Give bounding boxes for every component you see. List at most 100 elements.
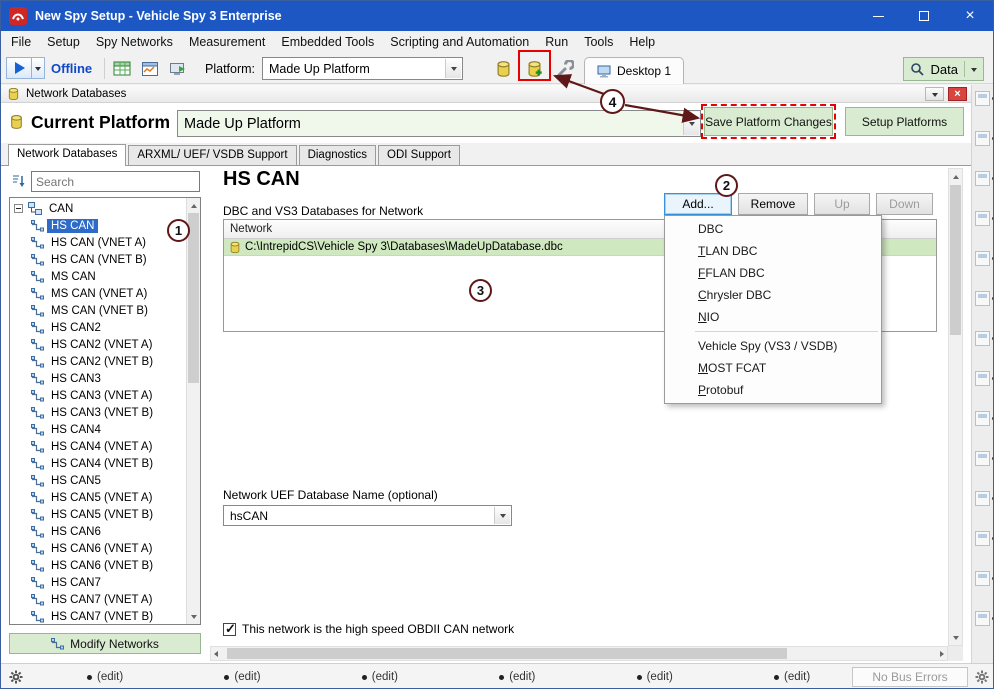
vertical-scrollbar[interactable]	[948, 168, 963, 646]
menu-item-scripting-and-automation[interactable]: Scripting and Automation	[382, 32, 537, 52]
save-platform-database-icon-button[interactable]	[524, 58, 545, 79]
run-mode-dropdown[interactable]	[32, 57, 45, 79]
panel-close-button[interactable]: ×	[948, 87, 967, 101]
chevron-down-icon[interactable]	[971, 68, 977, 75]
add-menu-item-nio[interactable]: NIO	[665, 306, 881, 328]
search-input[interactable]	[31, 171, 200, 192]
dock-panel-button[interactable]	[975, 531, 990, 546]
scrollbar-thumb[interactable]	[227, 648, 787, 659]
platform-combobox[interactable]: Made Up Platform	[262, 57, 463, 80]
scroll-down-button[interactable]	[949, 631, 962, 645]
offline-status[interactable]: Offline	[51, 61, 92, 76]
menu-item-help[interactable]: Help	[621, 32, 663, 52]
menu-item-setup[interactable]: Setup	[39, 32, 88, 52]
tree-scrollbar[interactable]	[186, 198, 200, 624]
menu-item-spy-networks[interactable]: Spy Networks	[88, 32, 181, 52]
data-button[interactable]: Data	[903, 57, 984, 81]
tree-item[interactable]: HS CAN3 (VNET B)	[10, 404, 200, 421]
scrollbar-thumb[interactable]	[188, 213, 199, 383]
status-edit-slot[interactable]: (edit)	[637, 671, 673, 683]
tree-item[interactable]: HS CAN3	[10, 370, 200, 387]
uef-combobox[interactable]: hsCAN	[223, 505, 512, 526]
tree-item[interactable]: HS CAN5 (VNET B)	[10, 506, 200, 523]
save-platform-changes-button[interactable]: Save Platform Changes	[704, 107, 833, 136]
desktop-tab[interactable]: Desktop 1	[584, 57, 684, 84]
minimize-button[interactable]	[855, 1, 901, 31]
scroll-up-button[interactable]	[949, 169, 962, 183]
tree-item[interactable]: HS CAN4 (VNET B)	[10, 455, 200, 472]
status-edit-slot[interactable]: (edit)	[87, 671, 123, 683]
dock-panel-button[interactable]	[975, 211, 990, 226]
tree-item[interactable]: HS CAN6	[10, 523, 200, 540]
tree-item[interactable]: HS CAN6 (VNET A)	[10, 540, 200, 557]
dock-panel-button[interactable]	[975, 411, 990, 426]
dock-panel-button[interactable]	[975, 491, 990, 506]
tree-item[interactable]: HS CAN4	[10, 421, 200, 438]
tree-item[interactable]: MS CAN (VNET B)	[10, 302, 200, 319]
sort-icon[interactable]	[11, 173, 26, 194]
dock-panel-button[interactable]	[975, 131, 990, 146]
add-menu-item-tlan-dbc[interactable]: TLAN DBC	[665, 240, 881, 262]
checkbox-box[interactable]	[223, 623, 236, 636]
scrollbar-thumb[interactable]	[950, 185, 961, 335]
dock-panel-button[interactable]	[975, 371, 990, 386]
setup-wrench-icon-button[interactable]	[554, 58, 575, 79]
remove-button[interactable]: Remove	[738, 193, 808, 215]
menu-item-tools[interactable]: Tools	[576, 32, 621, 52]
down-button[interactable]: Down	[876, 193, 933, 215]
status-edit-slot[interactable]: (edit)	[224, 671, 260, 683]
scroll-right-button[interactable]	[938, 647, 947, 661]
maximize-button[interactable]	[901, 1, 947, 31]
tree-item[interactable]: HS CAN5	[10, 472, 200, 489]
tab-network-databases[interactable]: Network Databases	[8, 144, 126, 166]
scroll-left-button[interactable]	[211, 647, 220, 661]
tab-arxml-uef-vsdb-support[interactable]: ARXML/ UEF/ VSDB Support	[128, 145, 296, 165]
tree-item[interactable]: HS CAN2	[10, 319, 200, 336]
combobox-arrow-icon[interactable]	[494, 507, 510, 524]
dock-panel-button[interactable]	[975, 291, 990, 306]
menu-item-embedded-tools[interactable]: Embedded Tools	[273, 32, 382, 52]
modify-networks-button[interactable]: Modify Networks	[9, 633, 201, 654]
status-edit-slot[interactable]: (edit)	[362, 671, 398, 683]
screens-icon-button[interactable]	[167, 58, 188, 79]
add-menu-item-protobuf[interactable]: Protobuf	[665, 379, 881, 401]
tree-item[interactable]: HS CAN5 (VNET A)	[10, 489, 200, 506]
tree-item[interactable]: HS CAN6 (VNET B)	[10, 557, 200, 574]
messages-grid-icon-button[interactable]	[111, 58, 132, 79]
dock-panel-button[interactable]	[975, 571, 990, 586]
database-icon-button[interactable]	[493, 58, 514, 79]
dock-panel-button[interactable]	[975, 251, 990, 266]
obdii-checkbox[interactable]: This network is the high speed OBDII CAN…	[223, 622, 514, 636]
tree-expander[interactable]	[14, 204, 23, 213]
gear-icon[interactable]	[9, 670, 23, 689]
tab-odi-support[interactable]: ODI Support	[378, 145, 460, 165]
dock-panel-button[interactable]	[975, 171, 990, 186]
menu-item-file[interactable]: File	[3, 32, 39, 52]
menu-item-measurement[interactable]: Measurement	[181, 32, 273, 52]
up-button[interactable]: Up	[814, 193, 870, 215]
tree-item[interactable]: HS CAN7 (VNET B)	[10, 608, 200, 625]
dock-panel-button[interactable]	[975, 451, 990, 466]
menu-item-run[interactable]: Run	[537, 32, 576, 52]
add-menu-item-chrysler-dbc[interactable]: Chrysler DBC	[665, 284, 881, 306]
tree-item[interactable]: HS CAN (VNET B)	[10, 251, 200, 268]
tree-item[interactable]: MS CAN	[10, 268, 200, 285]
status-edit-slot[interactable]: (edit)	[774, 671, 810, 683]
panel-collapse-button[interactable]	[925, 87, 944, 101]
setup-platforms-button[interactable]: Setup Platforms	[845, 107, 964, 136]
gear-icon[interactable]	[975, 670, 989, 689]
close-button[interactable]: ×	[947, 1, 993, 31]
tree-item[interactable]: MS CAN (VNET A)	[10, 285, 200, 302]
add-menu-item-vehicle-spy-vs3-vsdb[interactable]: Vehicle Spy (VS3 / VSDB)	[665, 335, 881, 357]
panels-icon-button[interactable]	[139, 58, 160, 79]
add-menu-item-fflan-dbc[interactable]: FFLAN DBC	[665, 262, 881, 284]
tree-item[interactable]: HS CAN2 (VNET B)	[10, 353, 200, 370]
horizontal-scrollbar[interactable]	[210, 646, 948, 661]
tree-item[interactable]: HS CAN2 (VNET A)	[10, 336, 200, 353]
dock-panel-button[interactable]	[975, 331, 990, 346]
scroll-up-button[interactable]	[187, 198, 200, 212]
combobox-arrow-icon[interactable]	[683, 112, 699, 135]
tree-item[interactable]: HS CAN4 (VNET A)	[10, 438, 200, 455]
scroll-down-button[interactable]	[187, 610, 200, 624]
dock-panel-button[interactable]	[975, 611, 990, 626]
